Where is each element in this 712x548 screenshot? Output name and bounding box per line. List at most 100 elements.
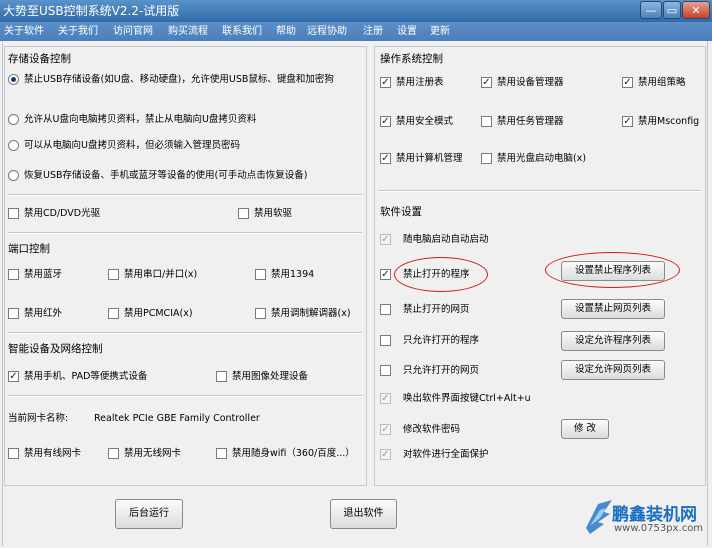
divider xyxy=(8,332,362,334)
checkbox-box: ✓ xyxy=(380,424,391,435)
menu-bar: 关于软件 关于我们 访问官网 购买流程 联系我们 帮助 远程协助 注册 设置 更… xyxy=(0,22,712,41)
checkbox-box: ✓ xyxy=(380,234,391,245)
radio-unselected xyxy=(8,140,19,151)
change-password-button[interactable]: 修 改 xyxy=(561,419,609,439)
checkbox-box xyxy=(108,308,119,319)
checkbox-label: 禁用安全模式 xyxy=(396,116,454,127)
maximize-button[interactable]: ▭ xyxy=(663,1,681,19)
storage-radio-label: 恢复USB存储设备、手机或蓝牙等设备的使用(可手动点击恢复设备) xyxy=(24,170,308,181)
checkbox-box xyxy=(380,335,391,346)
highlight-ellipse xyxy=(394,257,488,292)
checkbox-box xyxy=(108,448,119,459)
checkbox-box xyxy=(8,308,19,319)
checkbox-label: 禁用软驱 xyxy=(254,208,293,219)
smart-section-title: 智能设备及网络控制 xyxy=(8,343,103,355)
divider xyxy=(8,194,362,196)
menu-register[interactable]: 注册 xyxy=(363,22,383,41)
checkbox-label: 禁用1394 xyxy=(271,269,315,280)
os-section-title: 操作系统控制 xyxy=(380,53,443,65)
checkbox-label: 禁用图像处理设备 xyxy=(232,371,309,382)
checkbox-box: ✓ xyxy=(380,449,391,460)
checkbox-label: 禁用CD/DVD光驱 xyxy=(24,208,101,219)
watermark-brand: 鹏鑫装机网 xyxy=(612,505,697,525)
checkbox-box xyxy=(255,269,266,280)
checkbox-label: 禁用设备管理器 xyxy=(497,77,564,88)
nic-label: 当前网卡名称: xyxy=(8,413,69,424)
run-background-button[interactable]: 后台运行 xyxy=(115,499,183,529)
storage-radio-label: 禁止USB存储设备(如U盘、移动硬盘)，允许使用USB鼠标、键盘和加密狗 xyxy=(24,74,334,85)
checkbox-label: 只允许打开的网页 xyxy=(403,365,480,376)
checkbox-box: ✓ xyxy=(380,77,391,88)
menu-contact[interactable]: 联系我们 xyxy=(222,22,262,41)
checkbox-label: 禁用串口/并口(x) xyxy=(124,269,198,280)
divider xyxy=(8,395,362,397)
checkbox-label: 禁止打开的网页 xyxy=(403,304,470,315)
checkbox-label: 禁用随身wifi（360/百度...） xyxy=(232,448,355,459)
allow-pages-button[interactable]: 设定允许网页列表 xyxy=(561,360,665,380)
checkbox-label: 修改软件密码 xyxy=(403,424,461,435)
checkbox-label: 禁用红外 xyxy=(24,308,63,319)
checkbox-box xyxy=(8,448,19,459)
checkbox-box xyxy=(238,208,249,219)
software-section-title: 软件设置 xyxy=(380,206,422,218)
block-pages-button[interactable]: 设置禁止网页列表 xyxy=(561,299,665,319)
checkbox-label: 禁用手机、PAD等便携式设备 xyxy=(24,371,148,382)
radio-unselected xyxy=(8,170,19,181)
minimize-button[interactable]: — xyxy=(640,1,662,19)
exit-button[interactable]: 退出软件 xyxy=(330,499,397,529)
menu-about-software[interactable]: 关于软件 xyxy=(4,22,44,41)
checkbox-label: 禁用组策略 xyxy=(638,77,686,88)
checkbox-box xyxy=(216,448,227,459)
checkbox-box xyxy=(108,269,119,280)
checkbox-label: 禁用有线网卡 xyxy=(24,448,82,459)
checkbox-box: ✓ xyxy=(8,371,19,382)
checkbox-label: 随电脑启动自动启动 xyxy=(403,234,489,245)
checkbox-box xyxy=(481,116,492,127)
menu-remote-assist[interactable]: 远程协助 xyxy=(307,22,347,41)
checkbox-label: 只允许打开的程序 xyxy=(403,335,480,346)
checkbox-label: 禁用调制解调器(x) xyxy=(271,308,351,319)
checkbox-label: 禁用无线网卡 xyxy=(124,448,182,459)
radio-selected xyxy=(8,74,19,85)
checkbox-label: 禁用光盘启动电脑(x) xyxy=(497,153,587,164)
checkbox-box: ✓ xyxy=(481,77,492,88)
menu-settings[interactable]: 设置 xyxy=(397,22,417,41)
highlight-ellipse xyxy=(545,252,680,288)
checkbox-box xyxy=(8,269,19,280)
checkbox-label: 禁用任务管理器 xyxy=(497,116,564,127)
storage-radio-label: 可以从电脑向U盘拷贝资料，但必须输入管理员密码 xyxy=(24,140,240,151)
checkbox-label: 禁用蓝牙 xyxy=(24,269,63,280)
checkbox-label: 唤出软件界面按键Ctrl+Alt+u xyxy=(403,393,531,404)
checkbox-box: ✓ xyxy=(380,393,391,404)
title-bar: 大势至USB控制系统V2.2-试用版 — ▭ ✕ xyxy=(0,0,712,22)
port-section-title: 端口控制 xyxy=(8,243,50,255)
menu-update[interactable]: 更新 xyxy=(430,22,450,41)
menu-help[interactable]: 帮助 xyxy=(276,22,296,41)
checkbox-box: ✓ xyxy=(380,116,391,127)
eagle-logo-icon xyxy=(586,500,612,534)
divider xyxy=(8,232,362,234)
menu-about-us[interactable]: 关于我们 xyxy=(58,22,98,41)
checkbox-label: 禁用PCMCIA(x) xyxy=(124,308,193,319)
menu-purchase[interactable]: 购买流程 xyxy=(168,22,208,41)
window-title: 大势至USB控制系统V2.2-试用版 xyxy=(3,4,180,18)
checkbox-box: ✓ xyxy=(622,77,633,88)
close-button[interactable]: ✕ xyxy=(682,1,710,19)
watermark-url: www.0753px.com xyxy=(614,523,704,534)
checkbox-label: 禁用注册表 xyxy=(396,77,444,88)
storage-section-title: 存储设备控制 xyxy=(8,53,71,65)
divider xyxy=(378,190,701,192)
checkbox-box xyxy=(481,153,492,164)
checkbox-box: ✓ xyxy=(380,153,391,164)
checkbox-box xyxy=(8,208,19,219)
checkbox-box: ✓ xyxy=(380,269,391,280)
allow-programs-button[interactable]: 设定允许程序列表 xyxy=(561,331,665,351)
checkbox-box: ✓ xyxy=(622,116,633,127)
radio-unselected xyxy=(8,114,19,125)
menu-visit-site[interactable]: 访问官网 xyxy=(113,22,153,41)
nic-value: Realtek PCIe GBE Family Controller xyxy=(94,413,260,424)
checkbox-label: 禁用Msconfig xyxy=(638,116,700,127)
storage-radio-label: 允许从U盘向电脑拷贝资料，禁止从电脑向U盘拷贝资料 xyxy=(24,114,257,125)
checkbox-label: 对软件进行全面保护 xyxy=(403,449,489,460)
checkbox-box xyxy=(380,304,391,315)
